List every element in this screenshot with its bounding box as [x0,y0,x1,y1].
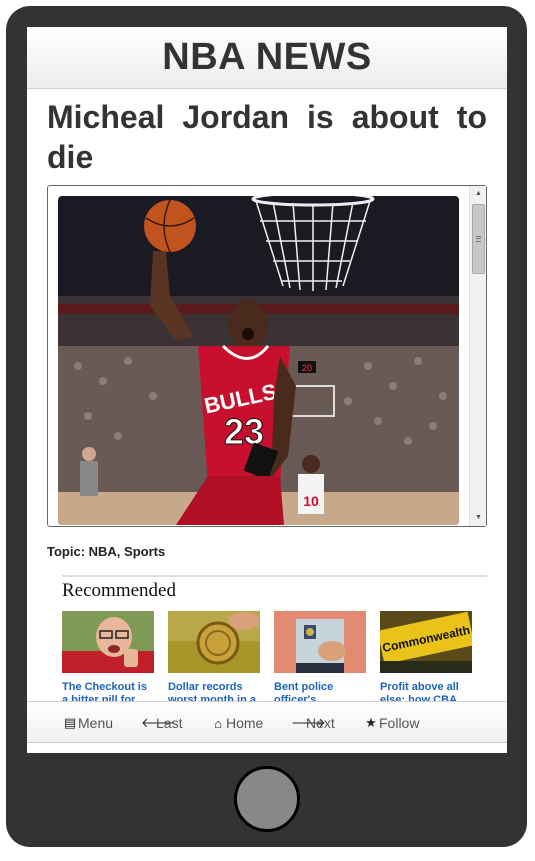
nav-last-button[interactable]: 🡐 Last [141,714,182,732]
recommended-thumbnail[interactable]: Commonwealth [380,611,472,673]
recommended-item-title[interactable]: Dollar records worst month in a [168,681,260,701]
nav-last-label: Last [156,715,183,731]
recommended-list: The Checkout is a bitter pill for Dollar… [62,611,487,701]
list-icon: ▤ [63,715,77,730]
recommended-thumbnail[interactable] [62,611,154,673]
article-topic: Topic: NBA, Sports [47,544,166,559]
article-photo: 20 BULLS 23 10 [58,196,459,525]
scroll-up-arrow-icon[interactable]: ▲ [470,186,487,202]
arrow-right-icon: 🡒 [291,715,326,730]
recommended-item[interactable]: Bent police officer's [274,611,366,701]
phone-screen: NBA NEWS Micheal Jordan is about to die [27,27,507,753]
nav-follow-button[interactable]: ★ Follow [364,714,419,732]
arrow-left-icon: 🡐 [141,715,176,730]
recommended-heading: Recommended [62,580,176,601]
star-icon: ★ [365,715,377,730]
article-image-frame[interactable]: 20 BULLS 23 10 ▲ ▼ [47,185,487,527]
recommended-item-title[interactable]: The Checkout is a bitter pill for [62,681,154,701]
nav-next-button[interactable]: 🡒 Next [291,714,335,732]
phone-frame: NBA NEWS Micheal Jordan is about to die [6,6,527,847]
scroll-down-arrow-icon[interactable]: ▼ [470,510,487,526]
article-headline: Micheal Jordan is about to die [47,99,487,175]
nav-menu-label: Menu [78,715,114,731]
app-title: NBA NEWS [162,36,372,78]
recommended-section: Recommended The Checkout is a bitter pil… [62,575,487,701]
recommended-thumbnail[interactable] [168,611,260,673]
app-header: NBA NEWS [27,27,507,89]
nav-home-label: Home [226,715,264,731]
nav-follow-label: Follow [379,715,420,731]
recommended-item[interactable]: Commonwealth Profit above all else: how … [380,611,472,701]
article-content[interactable]: Micheal Jordan is about to die 20 BULLS … [27,89,507,701]
recommended-item-title[interactable]: Bent police officer's [274,681,366,701]
home-icon: ⌂ [214,715,222,731]
nav-next-label: Next [306,715,335,731]
bottom-nav-bar: ▤ Menu 🡐 Last ⌂ Home 🡒 Next ★ Follow [27,701,507,743]
opponent-number-text: 10 [303,493,319,509]
phone-home-button[interactable] [234,766,300,832]
image-scrollbar[interactable]: ▲ ▼ [469,186,486,526]
recommended-divider [62,575,487,577]
recommended-item[interactable]: The Checkout is a bitter pill for [62,611,154,701]
nav-home-button[interactable]: ⌂ Home [211,714,263,732]
shot-clock-text: 20 [302,363,312,373]
recommended-thumbnail[interactable] [274,611,366,673]
nav-menu-button[interactable]: ▤ Menu [63,714,113,732]
recommended-item[interactable]: Dollar records worst month in a [168,611,260,701]
recommended-item-title[interactable]: Profit above all else: how CBA [380,681,472,701]
scroll-thumb[interactable] [472,204,485,274]
